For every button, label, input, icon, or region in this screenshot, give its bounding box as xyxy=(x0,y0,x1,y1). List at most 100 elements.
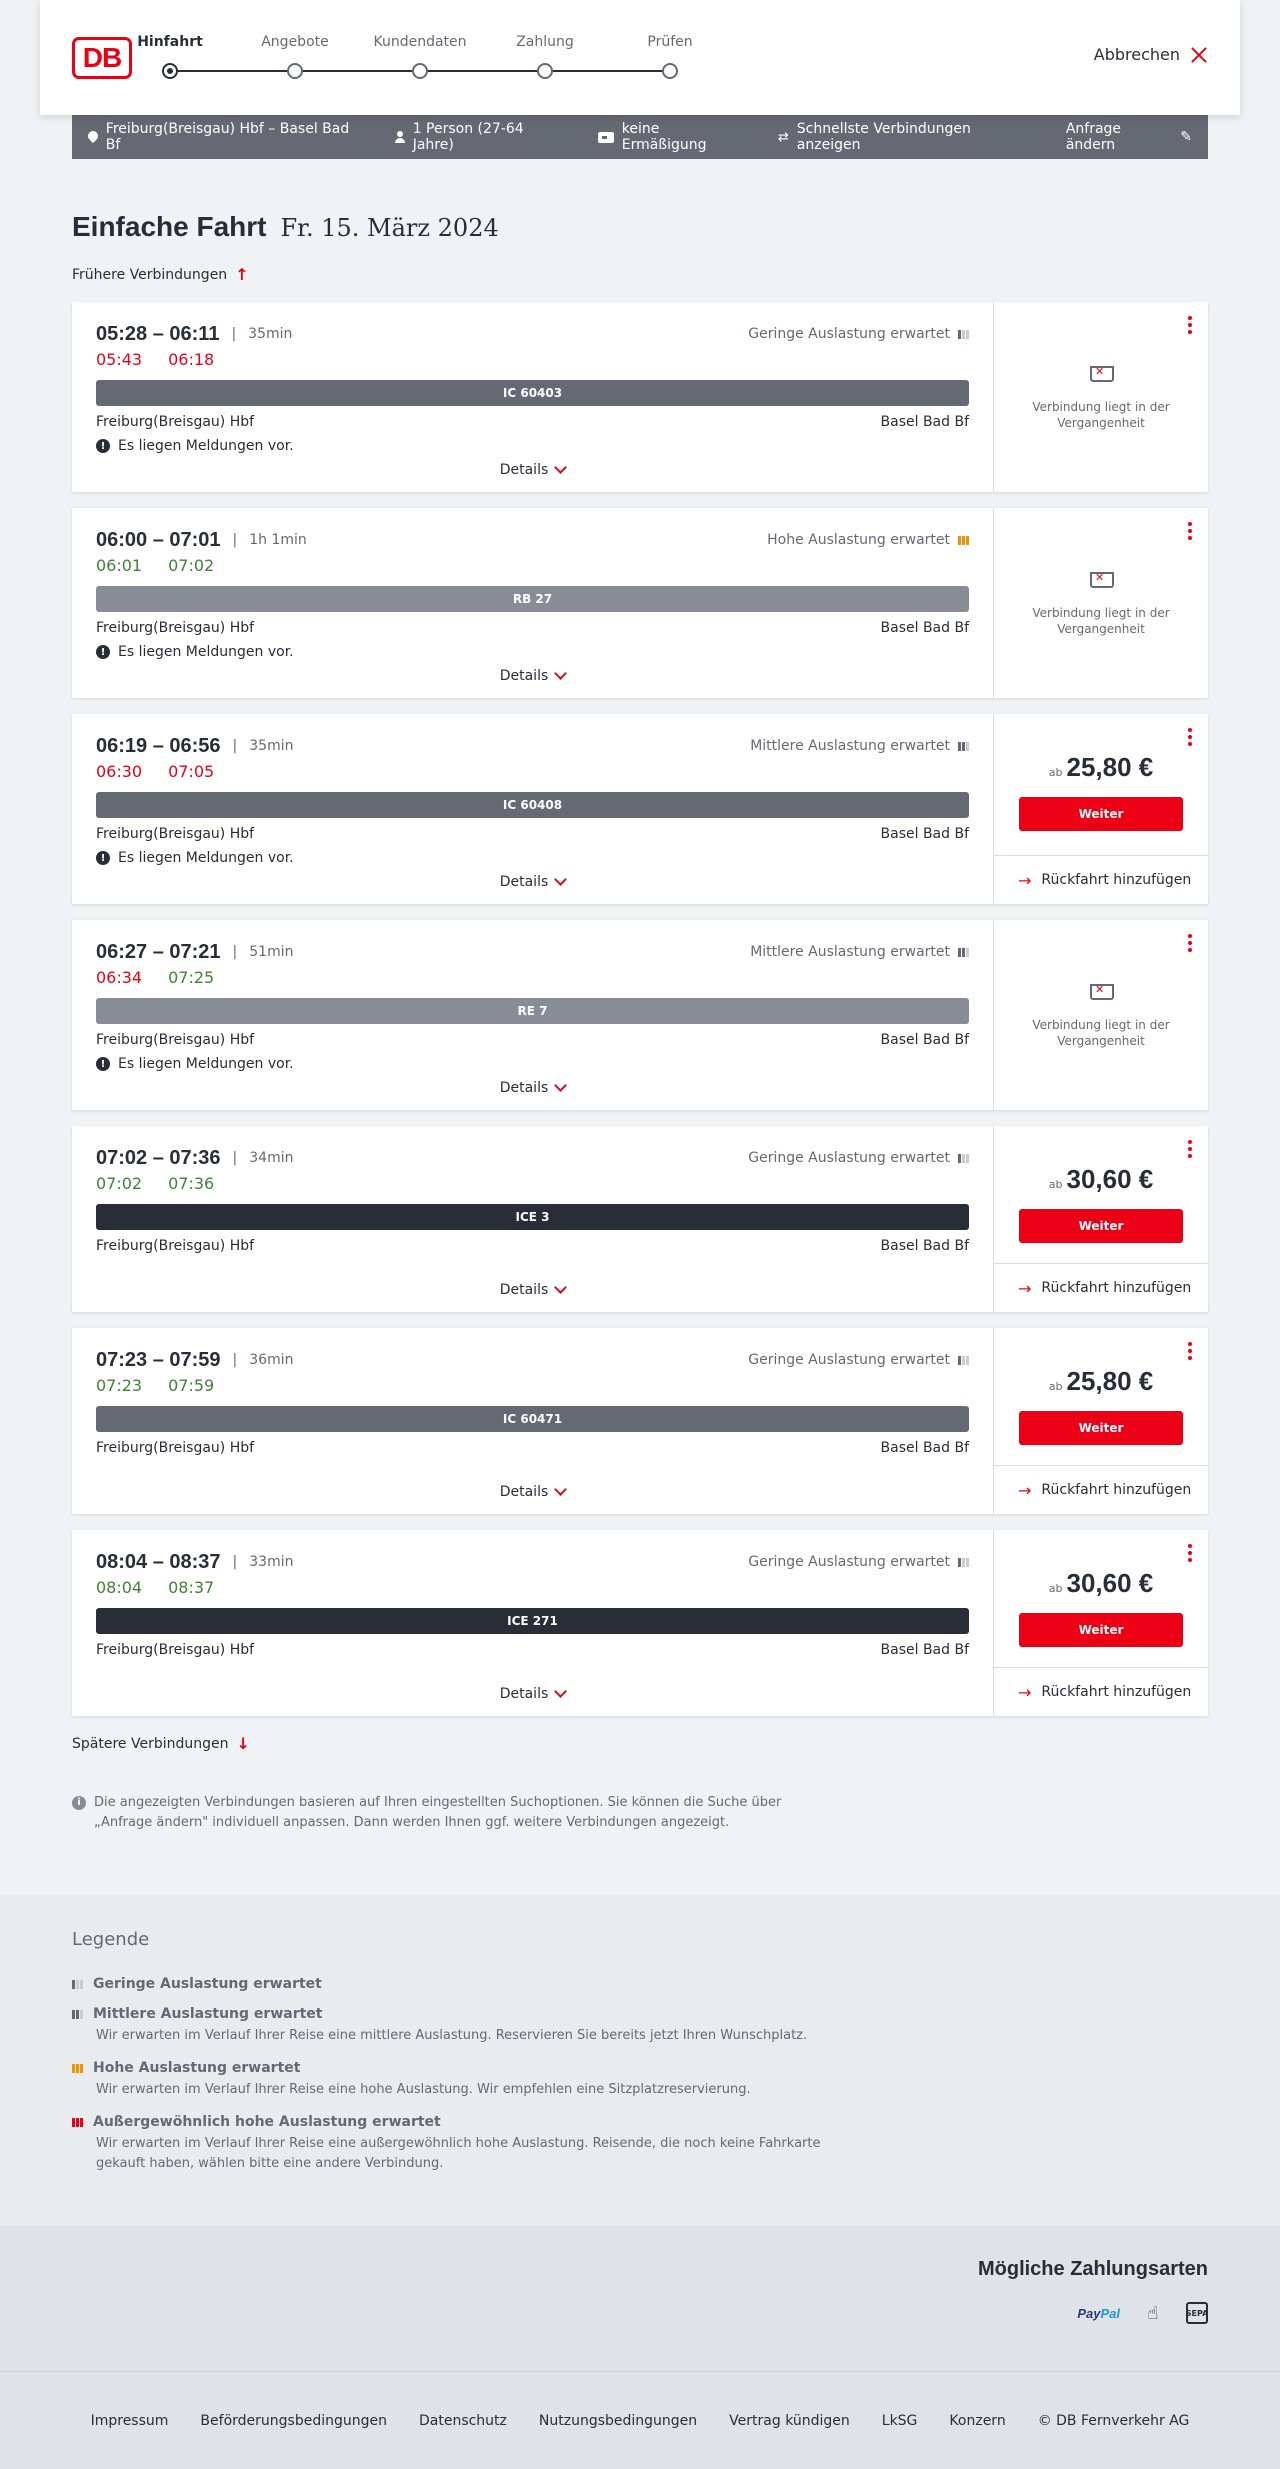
details-toggle[interactable]: Details xyxy=(72,1079,993,1096)
footer-link-befoerderungsbedingungen[interactable]: Beförderungsbedingungen xyxy=(200,2413,387,2429)
step-dot-kundendaten xyxy=(412,63,428,79)
continue-button[interactable]: Weiter xyxy=(1019,1613,1183,1647)
change-query-button[interactable]: Anfrage ändern ✎ xyxy=(1066,121,1192,153)
occupancy-icon xyxy=(958,947,969,957)
train-bar: ICE 271 xyxy=(96,1608,969,1634)
occupancy-indicator: Geringe Auslastung erwartet xyxy=(748,326,969,342)
chevron-down-icon xyxy=(554,1079,568,1092)
train-name: RB 27 xyxy=(512,592,553,606)
separator: | xyxy=(232,1150,238,1166)
legend-item-title: Mittlere Auslastung erwartet xyxy=(93,2006,323,2022)
continue-button[interactable]: Weiter xyxy=(1019,1411,1183,1445)
pencil-icon: ✎ xyxy=(1180,129,1193,145)
disruption-message[interactable]: ! Es liegen Meldungen vor. xyxy=(96,850,969,866)
occupancy-icon xyxy=(958,1355,969,1365)
connection-details[interactable]: 08:04 – 08:37 | 33min Geringe Auslastung… xyxy=(72,1530,994,1716)
step-label-angebote: Angebote xyxy=(261,34,329,50)
price-prefix: ab xyxy=(1048,1178,1063,1191)
more-options-icon[interactable] xyxy=(1188,1342,1192,1360)
paypal-logo-icon: PayPal xyxy=(1077,2306,1120,2321)
header: DB Hinfahrt Angebote Kundendaten Zahlung… xyxy=(40,0,1240,115)
add-return-trip-button[interactable]: → Rückfahrt hinzufügen xyxy=(994,856,1208,904)
footer-link-lksg[interactable]: LkSG xyxy=(882,2413,918,2429)
footer-link-datenschutz[interactable]: Datenschutz xyxy=(419,2413,507,2429)
realtime-arrival: 07:05 xyxy=(168,762,215,781)
continue-button[interactable]: Weiter xyxy=(1019,797,1183,831)
continue-button[interactable]: Weiter xyxy=(1019,1209,1183,1243)
arrow-right-icon: → xyxy=(1018,1682,1032,1702)
arrow-up-icon: ↑ xyxy=(235,265,249,284)
connection-details[interactable]: 07:02 – 07:36 | 34min Geringe Auslastung… xyxy=(72,1126,994,1312)
query-discount: keine Ermäßigung xyxy=(598,121,746,153)
more-options-icon[interactable] xyxy=(1188,316,1192,334)
sepa-icon: SEPA xyxy=(1186,2302,1208,2324)
footer-link-vertrag-kuendigen[interactable]: Vertrag kündigen xyxy=(729,2413,850,2429)
occupancy-indicator: Geringe Auslastung erwartet xyxy=(748,1150,969,1166)
occupancy-text: Geringe Auslastung erwartet xyxy=(748,1554,950,1570)
train-name: RE 7 xyxy=(517,1004,548,1018)
realtime-arrival: 07:59 xyxy=(168,1376,215,1395)
footer-link-nutzungsbedingungen[interactable]: Nutzungsbedingungen xyxy=(539,2413,697,2429)
disruption-message-text: Es liegen Meldungen vor. xyxy=(118,850,294,866)
footer-link-impressum[interactable]: Impressum xyxy=(91,2413,169,2429)
connection-card: 05:28 – 06:11 | 35min Geringe Auslastung… xyxy=(72,302,1208,492)
query-fastest-text: Schnellste Verbindungen anzeigen xyxy=(796,121,971,153)
disruption-message[interactable]: ! Es liegen Meldungen vor. xyxy=(96,644,969,660)
occupancy-text: Geringe Auslastung erwartet xyxy=(748,1352,950,1368)
more-options-icon[interactable] xyxy=(1188,522,1192,540)
more-options-icon[interactable] xyxy=(1188,1544,1192,1562)
origin-station: Freiburg(Breisgau) Hbf xyxy=(96,414,255,430)
alert-icon: ! xyxy=(96,645,110,659)
origin-station: Freiburg(Breisgau) Hbf xyxy=(96,826,255,842)
price-prefix: ab xyxy=(1048,1582,1063,1595)
step-dot-hinfahrt xyxy=(162,63,178,79)
disruption-message-text: Es liegen Meldungen vor. xyxy=(118,644,294,660)
footer-link-konzern[interactable]: Konzern xyxy=(949,2413,1005,2429)
details-toggle[interactable]: Details xyxy=(72,461,993,478)
page-title-text: Einfache Fahrt xyxy=(72,211,267,242)
scheduled-times: 06:00 – 07:01 xyxy=(96,528,221,551)
price: ab 25,80 € xyxy=(1049,1366,1153,1397)
train-bar: IC 60408 xyxy=(96,792,969,818)
connection-details[interactable]: 05:28 – 06:11 | 35min Geringe Auslastung… xyxy=(72,302,994,492)
details-toggle[interactable]: Details xyxy=(72,1685,993,1702)
more-options-icon[interactable] xyxy=(1188,934,1192,952)
add-return-trip-button[interactable]: → Rückfahrt hinzufügen xyxy=(994,1264,1208,1312)
connection-details[interactable]: 06:00 – 07:01 | 1h 1min Hohe Auslastung … xyxy=(72,508,994,698)
details-toggle[interactable]: Details xyxy=(72,1483,993,1500)
details-toggle[interactable]: Details xyxy=(72,667,993,684)
legend-item-desc: Wir erwarten im Verlauf Ihrer Reise eine… xyxy=(96,2028,808,2043)
past-connection-notice: Verbindung liegt in der Vergangenheit xyxy=(994,920,1208,1110)
offer-panel: ab 30,60 € Weiter → Rückfahrt hinzufügen xyxy=(994,1126,1208,1312)
add-return-trip-label: Rückfahrt hinzufügen xyxy=(1041,1482,1192,1498)
realtime-arrival: 08:37 xyxy=(168,1578,215,1597)
add-return-trip-button[interactable]: → Rückfahrt hinzufügen xyxy=(994,1668,1208,1716)
price-prefix: ab xyxy=(1048,766,1063,779)
offer-panel: ab 25,80 € Weiter → Rückfahrt hinzufügen xyxy=(994,714,1208,904)
medium-load-icon xyxy=(72,2009,83,2019)
separator: | xyxy=(232,944,238,960)
details-toggle[interactable]: Details xyxy=(72,1281,993,1298)
connection-details[interactable]: 06:27 – 07:21 | 51min Mittlere Auslastun… xyxy=(72,920,994,1110)
scheduled-times: 05:28 – 06:11 xyxy=(96,322,220,345)
connection-details[interactable]: 06:19 – 06:56 | 35min Mittlere Auslastun… xyxy=(72,714,994,904)
disruption-message-text: Es liegen Meldungen vor. xyxy=(118,438,294,454)
more-options-icon[interactable] xyxy=(1188,728,1192,746)
step-dot-pruefen xyxy=(662,63,678,79)
occupancy-indicator: Mittlere Auslastung erwartet xyxy=(750,738,969,754)
cancel-button[interactable]: Abbrechen xyxy=(1094,45,1208,64)
add-return-trip-button[interactable]: → Rückfahrt hinzufügen xyxy=(994,1466,1208,1514)
payment-logos: PayPal ☝ SEPA xyxy=(1077,2302,1208,2324)
occupancy-icon xyxy=(958,1153,969,1163)
step-label-hinfahrt: Hinfahrt xyxy=(137,34,203,50)
legend-item-low: Geringe Auslastung erwartet xyxy=(72,1976,1280,1992)
disruption-message[interactable]: ! Es liegen Meldungen vor. xyxy=(96,1056,969,1072)
later-connections-link[interactable]: Spätere Verbindungen ↓ xyxy=(72,1734,1208,1753)
earlier-connections-link[interactable]: Frühere Verbindungen ↑ xyxy=(72,265,1208,284)
disruption-message[interactable]: ! Es liegen Meldungen vor. xyxy=(96,438,969,454)
more-options-icon[interactable] xyxy=(1188,1140,1192,1158)
footer-copyright: © DB Fernverkehr AG xyxy=(1037,2412,1190,2429)
low-load-icon xyxy=(72,1979,83,1989)
details-toggle[interactable]: Details xyxy=(72,873,993,890)
connection-details[interactable]: 07:23 – 07:59 | 36min Geringe Auslastung… xyxy=(72,1328,994,1514)
